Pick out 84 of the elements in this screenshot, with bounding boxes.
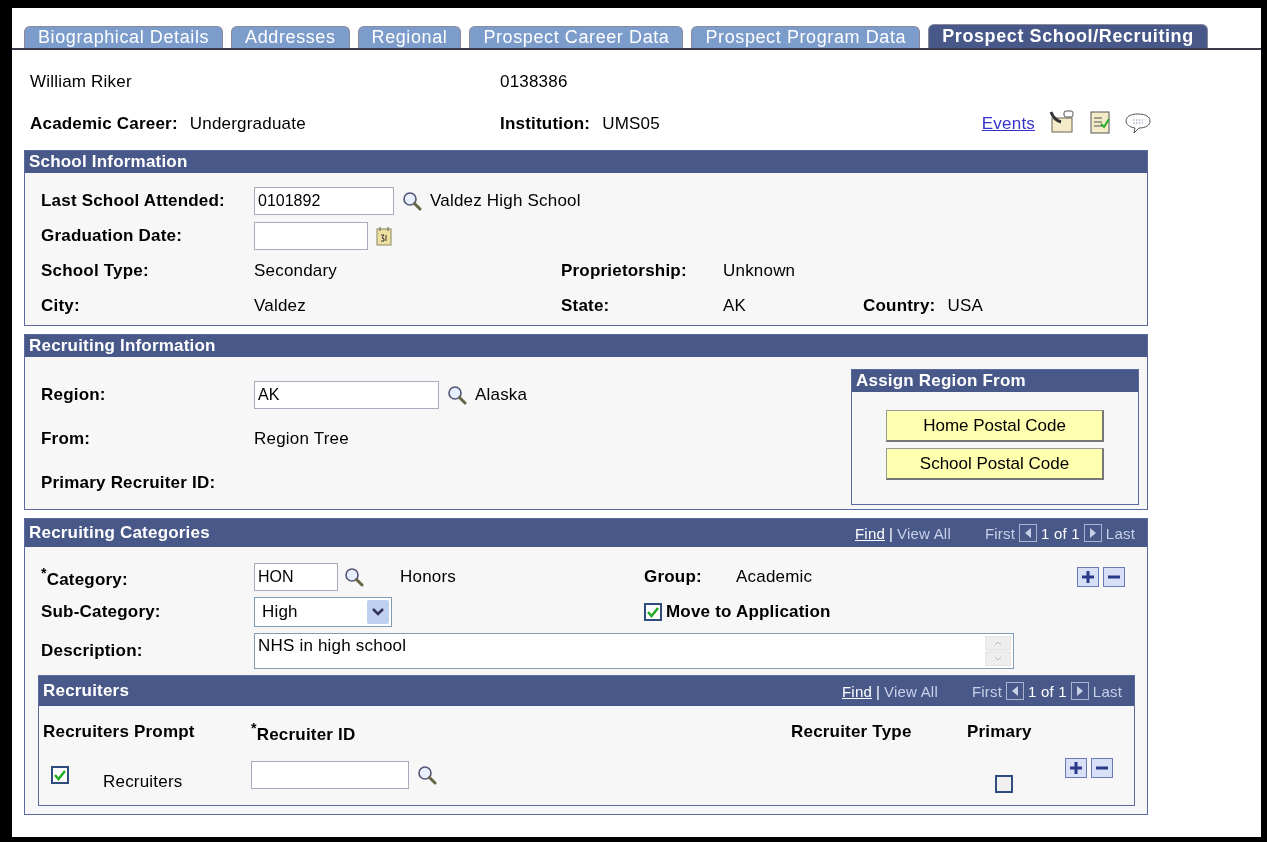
field-value: Academic	[736, 567, 814, 587]
field-value: Undergraduate	[189, 114, 306, 134]
first-label: First	[984, 524, 1016, 542]
find-link[interactable]: Find	[855, 524, 885, 542]
separator: |	[875, 682, 881, 700]
date-field[interactable]	[254, 221, 368, 250]
column-header: Recruiter Type	[791, 722, 913, 743]
postal-code-button[interactable]: Home Postal Code	[886, 410, 1104, 442]
section-title: Assign Region From	[856, 371, 1026, 391]
field-label: Country:	[863, 295, 936, 316]
field-label: State:	[561, 295, 611, 316]
delete-row-icon[interactable]	[1091, 757, 1113, 778]
column-header: $^{*}$Recruiter ID	[251, 720, 357, 745]
field-value: Region Tree	[254, 429, 350, 449]
column-header: Primary	[967, 722, 1033, 743]
field-label: School Type:	[41, 260, 150, 281]
field-value: Honors	[400, 567, 456, 586]
section-title: School Information	[29, 152, 188, 172]
checkbox-label: Move to Application	[666, 602, 831, 622]
chat-bubble-icon[interactable]	[1125, 112, 1151, 134]
view-all-link[interactable]: View All	[897, 524, 951, 542]
add-row-icon[interactable]	[1077, 567, 1099, 587]
checkbox[interactable]	[995, 774, 1013, 793]
field-label: Academic Career:	[30, 114, 178, 134]
input-field[interactable]: 0101892	[254, 186, 394, 215]
delete-row-icon[interactable]	[1103, 567, 1125, 587]
person-id: 0138386	[500, 72, 569, 92]
field-label: Primary Recruiter ID:	[41, 473, 217, 493]
field-label: Proprietorship:	[561, 260, 688, 281]
field-value: Valdez	[254, 295, 307, 316]
search-icon[interactable]	[402, 190, 422, 211]
next-icon[interactable]	[1083, 524, 1102, 542]
view-all-link[interactable]: View All	[884, 682, 938, 700]
checkbox[interactable]	[644, 603, 662, 621]
search-icon[interactable]	[344, 567, 364, 587]
add-row-icon[interactable]	[1065, 757, 1087, 778]
previous-icon[interactable]	[1006, 682, 1025, 700]
tab[interactable]: Prospect School/Recruiting	[928, 24, 1208, 48]
checkbox-label: Recruiters	[103, 771, 183, 791]
field-label: Graduation Date:	[41, 225, 184, 246]
field-label: Region:	[41, 385, 107, 405]
person-name: William Riker	[30, 72, 133, 92]
input-field[interactable]: AK	[254, 381, 439, 409]
first-label: First	[971, 682, 1003, 700]
previous-icon[interactable]	[1019, 524, 1038, 542]
notepad-icon[interactable]	[1089, 110, 1111, 134]
section-title: Recruiting Categories	[29, 523, 210, 543]
page-position: 1 of 1	[1041, 524, 1080, 542]
section-title: Recruiters	[43, 681, 130, 701]
field-label: Institution:	[500, 114, 591, 134]
field-label: Last School Attended:	[41, 190, 226, 211]
field-label: Sub-Category:	[41, 602, 162, 622]
description-field[interactable]: NHS in high school	[254, 633, 1014, 669]
field-value: USA	[947, 295, 983, 316]
field-label: From:	[41, 429, 92, 449]
field-value: Alaska	[475, 385, 528, 405]
sub-category-dropdown[interactable]: High	[254, 597, 392, 627]
recruiter-id-field[interactable]	[251, 760, 409, 789]
search-icon[interactable]	[447, 385, 467, 405]
field-value: Secondary	[254, 260, 339, 281]
field-value: AK	[723, 295, 748, 316]
separator: |	[888, 524, 894, 542]
input-field[interactable]: HON	[254, 563, 338, 591]
field-value: UMS05	[602, 114, 660, 134]
field-value: Valdez High School	[430, 190, 581, 211]
field-label: $^{*}$Category:	[41, 564, 129, 590]
search-icon[interactable]	[417, 764, 437, 785]
find-link[interactable]: Find	[842, 682, 872, 700]
field-label: Group:	[644, 567, 703, 587]
page-position: 1 of 1	[1028, 682, 1067, 700]
postal-code-button[interactable]: School Postal Code	[886, 448, 1104, 480]
dropdown-caret-icon[interactable]	[367, 600, 389, 624]
last-label: Last	[1105, 524, 1135, 542]
calendar-icon[interactable]	[376, 225, 392, 246]
field-value: Unknown	[723, 260, 796, 280]
field-label: Description:	[41, 641, 144, 661]
phone-note-icon[interactable]	[1049, 110, 1075, 134]
checkbox[interactable]	[51, 765, 69, 784]
next-icon[interactable]	[1070, 682, 1089, 700]
section-title: Recruiting Information	[29, 336, 216, 356]
last-label: Last	[1092, 682, 1122, 700]
column-header: Recruiters Prompt	[43, 722, 196, 743]
events-link[interactable]: Events	[981, 114, 1035, 134]
field-label: City:	[41, 295, 81, 316]
